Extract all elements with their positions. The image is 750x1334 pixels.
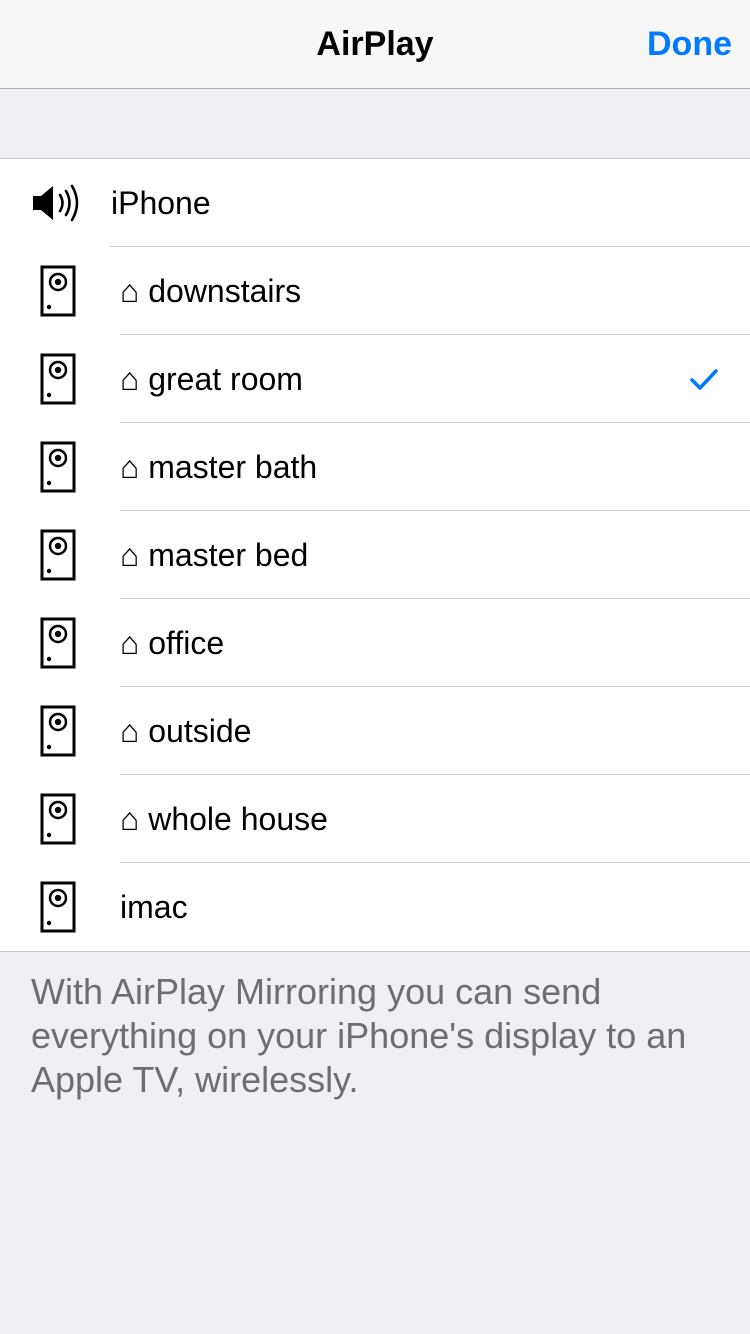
device-row[interactable]: ⌂ downstairs <box>0 247 750 335</box>
airport-express-icon <box>28 335 88 423</box>
airport-express-icon <box>28 423 88 511</box>
page-title: AirPlay <box>316 25 434 63</box>
device-row[interactable]: ⌂ great room <box>0 335 750 423</box>
device-label: ⌂ outside <box>120 713 252 749</box>
device-row[interactable]: ⌂ office <box>0 599 750 687</box>
device-row[interactable]: ⌂ whole house <box>0 775 750 863</box>
checkmark-icon <box>688 363 720 395</box>
device-label: ⌂ downstairs <box>120 273 302 309</box>
airplay-mirroring-description: With AirPlay Mirroring you can send ever… <box>31 971 687 1100</box>
device-label: iPhone <box>111 185 211 221</box>
device-label: ⌂ office <box>120 625 225 661</box>
device-label: ⌂ whole house <box>120 801 328 837</box>
airport-express-icon <box>28 687 88 775</box>
device-row[interactable]: ⌂ master bed <box>0 511 750 599</box>
device-label: ⌂ master bath <box>120 449 318 485</box>
done-button[interactable]: Done <box>645 0 734 89</box>
airport-express-icon <box>28 511 88 599</box>
airport-express-icon <box>28 247 88 335</box>
device-row[interactable]: imac <box>0 863 750 951</box>
device-row[interactable]: ⌂ master bath <box>0 423 750 511</box>
device-label: ⌂ master bed <box>120 537 309 573</box>
navigation-bar: AirPlay Done <box>0 0 750 89</box>
speaker-volume-icon <box>28 159 88 247</box>
device-row[interactable]: iPhone <box>0 159 750 247</box>
device-label: ⌂ great room <box>120 361 303 397</box>
airport-express-icon <box>28 863 88 951</box>
airport-express-icon <box>28 599 88 687</box>
device-label: imac <box>120 889 188 925</box>
airplay-device-list: iPhone ⌂ downstairs ⌂ great room ⌂ master b… <box>0 158 750 952</box>
airport-express-icon <box>28 775 88 863</box>
device-row[interactable]: ⌂ outside <box>0 687 750 775</box>
